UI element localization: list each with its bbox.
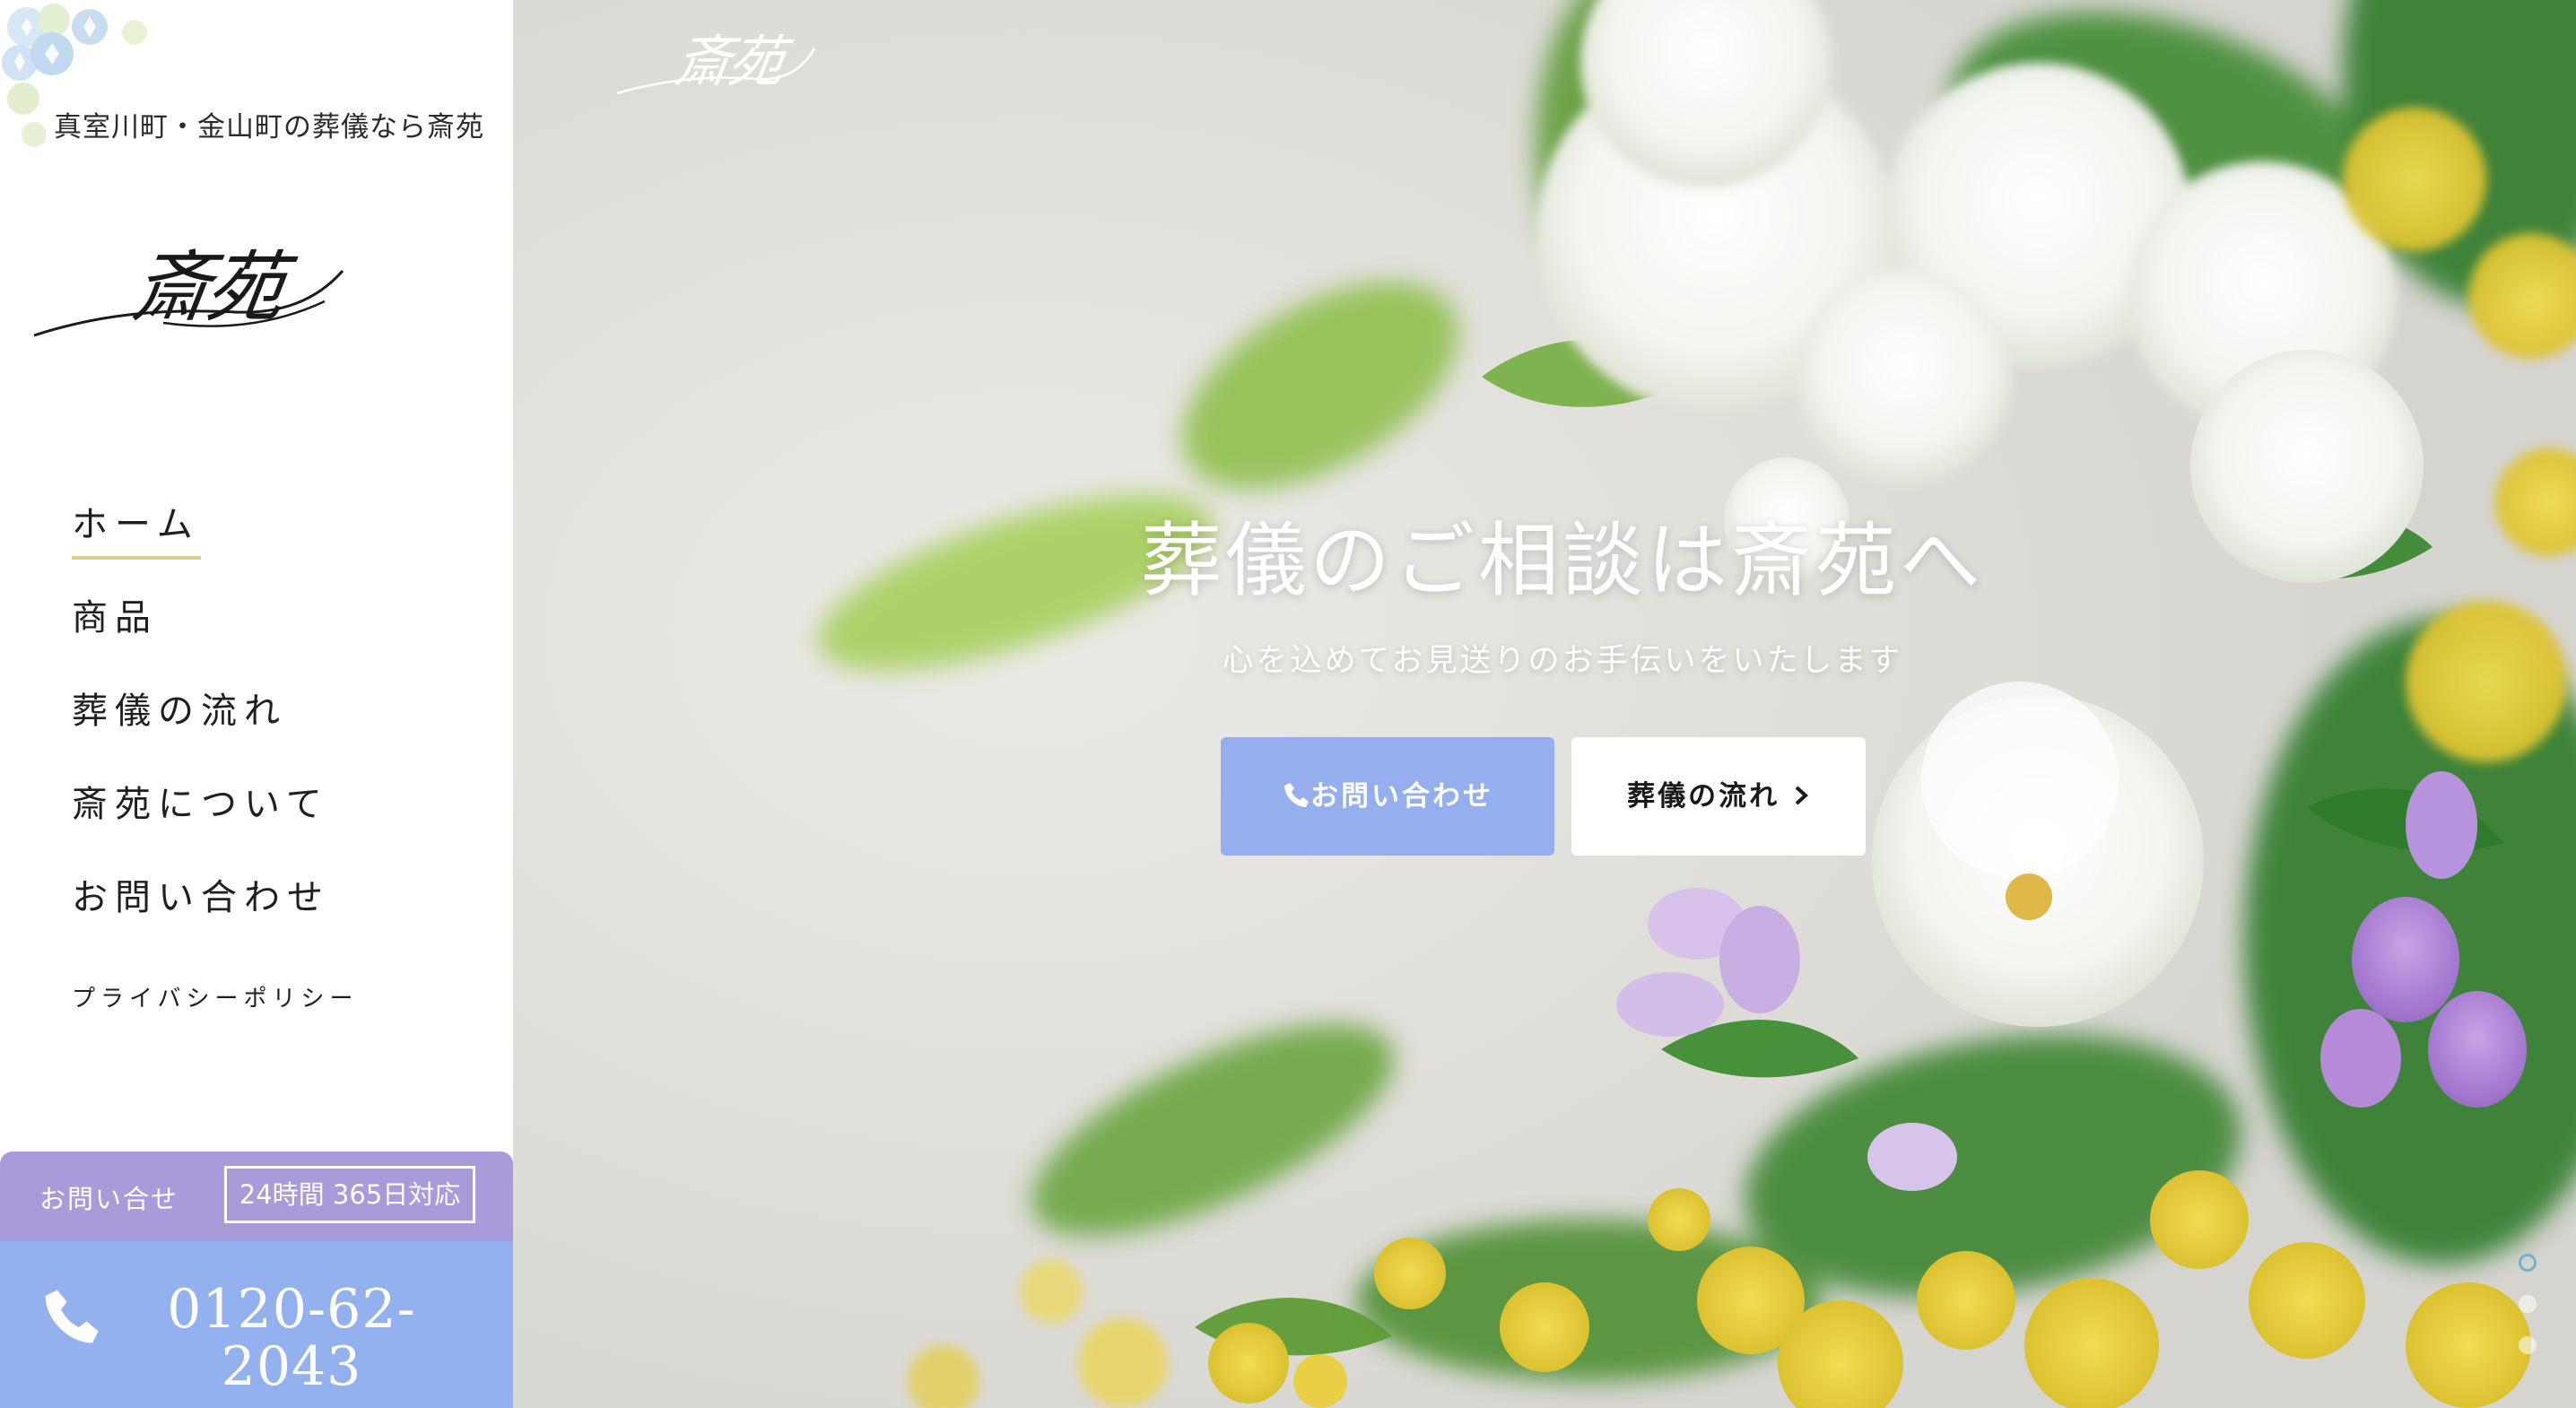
hydrangea-decoration: [2, 4, 147, 147]
nav-item-funeral-flow[interactable]: 葬儀の流れ: [72, 678, 358, 771]
sidebar: 真室川町・金山町の葬儀なら斎苑 斎苑 ホーム 商品 葬儀の流れ 斎苑について お…: [0, 0, 513, 1408]
slide-dot-3[interactable]: [2519, 1336, 2537, 1354]
nav-item-products[interactable]: 商品: [72, 585, 358, 678]
phone-number[interactable]: 0120-62-2043: [161, 1281, 422, 1395]
chevron-right-icon: [1795, 786, 1808, 804]
nav-item-privacy-policy[interactable]: プライバシーポリシー: [72, 958, 358, 1051]
funeral-flow-button[interactable]: 葬儀の流れ: [1571, 737, 1866, 856]
funeral-flow-button-label: 葬儀の流れ: [1627, 780, 1780, 813]
hero-section: 斎苑 葬儀のご相談は斎苑へ 心を込めてお見送りのお手伝いをいたします お問い合わ…: [513, 0, 2576, 1408]
contact-button-label: お問い合わせ: [1310, 780, 1493, 813]
nav-item-about[interactable]: 斎苑について: [72, 771, 358, 865]
hero-logo-wordmark: 斎苑: [671, 29, 787, 94]
logo-wordmark: 斎苑: [126, 243, 287, 333]
flower-background-image: [513, 0, 2576, 1408]
slider-pagination: [2519, 1254, 2537, 1378]
hero-subtitle: 心を込めてお見送りのお手伝いをいたします: [1222, 643, 1903, 679]
site-logo[interactable]: 斎苑: [29, 215, 352, 359]
phone-panel[interactable]: 0120-62-2043: [0, 1241, 513, 1408]
hours-badge: 24時間 365日対応: [224, 1166, 475, 1223]
hero-title: 葬儀のご相談は斎苑へ: [1141, 514, 1984, 608]
phone-icon: [45, 1290, 99, 1343]
main-nav: ホーム 商品 葬儀の流れ 斎苑について お問い合わせ プライバシーポリシー: [72, 491, 358, 1051]
contact-button[interactable]: お問い合わせ: [1221, 737, 1554, 856]
slide-dot-2[interactable]: [2519, 1295, 2537, 1313]
contact-label: お問い合せ: [39, 1184, 179, 1214]
phone-icon: [1284, 782, 1309, 807]
site-tagline: 真室川町・金山町の葬儀なら斎苑: [54, 111, 484, 143]
contact-header: お問い合せ 24時間 365日対応: [0, 1152, 513, 1241]
nav-item-contact[interactable]: お問い合わせ: [72, 865, 358, 958]
slide-dot-1[interactable]: [2519, 1254, 2537, 1272]
hero-logo: 斎苑: [614, 7, 820, 106]
nav-item-home[interactable]: ホーム: [72, 491, 358, 585]
